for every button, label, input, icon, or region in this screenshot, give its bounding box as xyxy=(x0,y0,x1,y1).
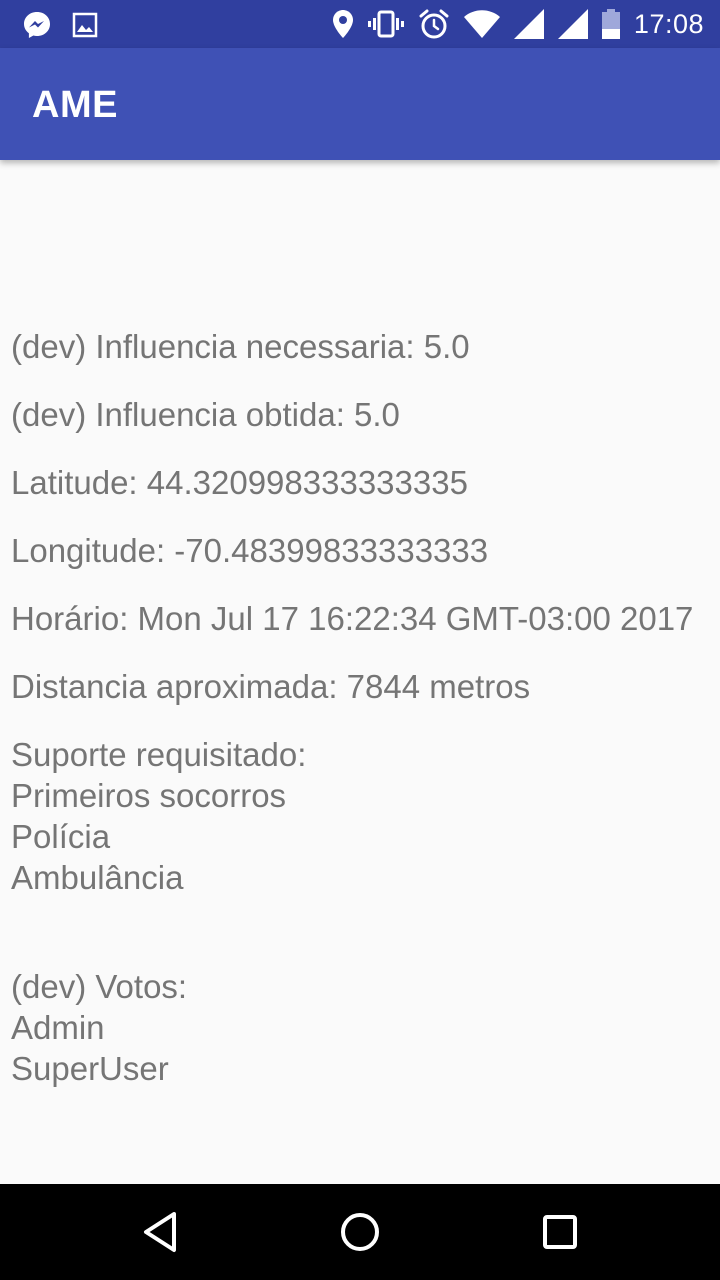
time-text: Horário: Mon Jul 17 16:22:34 GMT-03:00 2… xyxy=(11,600,694,637)
support-item: Polícia xyxy=(11,818,111,855)
support-label: Suporte requisitado: xyxy=(11,736,307,773)
influence-required-text: (dev) Influencia necessaria: 5.0 xyxy=(11,328,470,365)
recents-button[interactable] xyxy=(530,1202,590,1262)
votes-label: (dev) Votos: xyxy=(11,968,188,1005)
status-time: 17:08 xyxy=(633,8,704,39)
alarm-icon xyxy=(419,9,449,39)
home-button[interactable] xyxy=(330,1202,390,1262)
status-bar: 17:08 xyxy=(0,0,720,48)
support-item: Primeiros socorros xyxy=(11,777,287,814)
vote-item: SuperUser xyxy=(11,1050,169,1087)
occurrence-details: (dev) Influencia necessaria: 5.0 (dev) I… xyxy=(11,326,711,1089)
vibrate-icon xyxy=(367,10,404,38)
battery-icon xyxy=(601,9,620,39)
app-bar: AME xyxy=(0,48,720,160)
image-icon xyxy=(72,12,98,38)
signal-icon xyxy=(557,9,588,39)
back-icon xyxy=(144,1212,176,1252)
distance-text: Distancia aproximada: 7844 metros xyxy=(11,668,531,705)
navigation-bar xyxy=(0,1184,720,1280)
back-button[interactable] xyxy=(130,1202,190,1262)
home-icon xyxy=(341,1213,379,1251)
longitude-text: Longitude: -70.48399833333333 xyxy=(11,532,489,569)
support-item: Ambulância xyxy=(11,859,184,896)
latitude-text: Latitude: 44.320998333333335 xyxy=(11,464,468,501)
vote-item: Admin xyxy=(11,1009,105,1046)
signal-icon xyxy=(513,9,544,39)
messenger-icon xyxy=(24,12,50,38)
influence-obtained-text: (dev) Influencia obtida: 5.0 xyxy=(11,396,400,433)
recents-icon xyxy=(543,1215,577,1249)
location-icon xyxy=(332,10,353,38)
wifi-icon xyxy=(463,10,500,38)
app-title: AME xyxy=(32,84,118,126)
